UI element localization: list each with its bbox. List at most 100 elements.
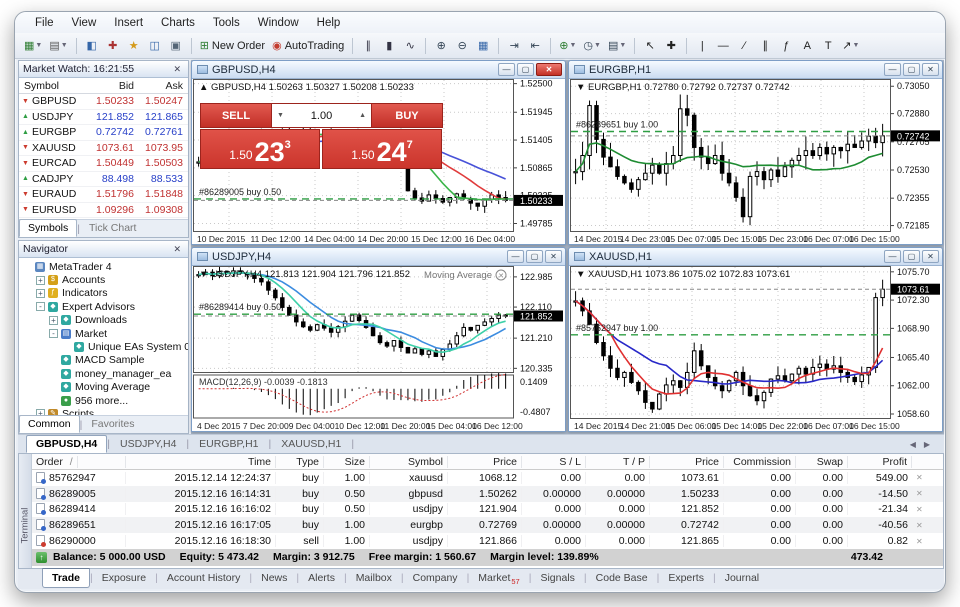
col-order[interactable]: Order / (32, 456, 126, 468)
zoom-in-button[interactable]: ⊕ (431, 36, 451, 56)
fibonacci-button[interactable]: ƒ (776, 36, 796, 56)
market-watch-row[interactable]: ▲CADJPY88.49888.533 (19, 172, 188, 188)
tab-experts[interactable]: Experts (659, 569, 713, 587)
decrease-icon[interactable]: ▼ (272, 112, 289, 119)
navigator-item-money-manager-ea[interactable]: ◆money_manager_ea (21, 367, 188, 380)
collapse-icon[interactable]: - (36, 302, 45, 311)
tab-symbols[interactable]: Symbols (19, 219, 77, 237)
navigator-item-macd-sample[interactable]: ◆MACD Sample (21, 354, 188, 367)
scroll-left-icon[interactable]: ◀ (910, 440, 916, 449)
trade-row[interactable]: 862890052015.12.16 16:14:31buy0.50gbpusd… (32, 486, 943, 502)
expand-icon[interactable]: + (49, 316, 58, 325)
restore-icon[interactable]: ▢ (517, 63, 534, 76)
tab-mailbox[interactable]: Mailbox (347, 569, 401, 587)
col-price[interactable]: Price (650, 456, 724, 468)
sell-price[interactable]: 1.50233 (200, 129, 320, 169)
close-position-icon[interactable]: ✕ (912, 537, 927, 546)
menu-charts[interactable]: Charts (153, 14, 203, 32)
navigator-item-indicators[interactable]: +ƒIndicators (21, 287, 188, 300)
line-chart-button[interactable]: ∿ (400, 36, 420, 56)
market-watch-row[interactable]: ▼EURCAD1.504491.50503 (19, 156, 188, 172)
new-order-button[interactable]: ⊞New Order (197, 36, 268, 56)
chart-titlebar[interactable]: EURGBP,H1—▢✕ (569, 61, 942, 79)
collapse-icon[interactable]: - (49, 329, 58, 338)
close-position-icon[interactable]: ✕ (912, 521, 927, 530)
navigator-item-market[interactable]: -▤Market (21, 327, 188, 340)
tab-signals[interactable]: Signals (531, 569, 583, 587)
buy-price[interactable]: 1.50247 (322, 129, 442, 169)
chart-titlebar[interactable]: GBPUSD,H4—▢✕ (192, 61, 565, 79)
expand-icon[interactable]: + (36, 289, 45, 298)
col-type[interactable]: Type (276, 456, 324, 468)
chart-titlebar[interactable]: USDJPY,H4—▢✕ (192, 248, 565, 266)
minimize-icon[interactable]: — (884, 250, 901, 263)
minimize-icon[interactable]: — (884, 63, 901, 76)
volume-stepper[interactable]: ▼1.00▲ (272, 103, 371, 128)
tab-common[interactable]: Common (19, 415, 80, 433)
col-size[interactable]: Size (324, 456, 370, 468)
close-icon[interactable]: ✕ (545, 250, 562, 263)
minimize-icon[interactable]: — (498, 63, 515, 76)
minimize-icon[interactable]: — (507, 250, 524, 263)
col-commission[interactable]: Commission (724, 456, 796, 468)
strategy-tester-toggle[interactable]: ▣ (166, 36, 186, 56)
chart-tab-xauusd-h1[interactable]: XAUUSD,H1 (271, 435, 351, 453)
trade-row[interactable]: 857629472015.12.14 12:24:37buy1.00xauusd… (32, 470, 943, 486)
auto-scroll-button[interactable]: ⇥ (504, 36, 524, 56)
tab-journal[interactable]: Journal (716, 569, 768, 587)
close-icon[interactable]: ✕ (170, 64, 184, 75)
tile-windows-button[interactable]: ▦ (473, 36, 493, 56)
tab-news[interactable]: News (252, 569, 296, 587)
navigator-item-expert-advisors[interactable]: -◆Expert Advisors (21, 300, 188, 313)
tab-market[interactable]: Market57 (469, 569, 528, 589)
close-icon[interactable]: ✕ (170, 244, 184, 255)
navigator-item-moving-average[interactable]: ◆Moving Average (21, 381, 188, 394)
indicators-button[interactable]: ⊕▼ (556, 36, 579, 56)
chart-plot-gbpusd[interactable]: 1.525001.519451.514051.508651.503251.497… (193, 79, 564, 244)
market-watch-row[interactable]: ▼EURAUD1.517961.51848 (19, 187, 188, 203)
navigator-item-unique-eas-system-05[interactable]: ◆Unique EAs System 05 (21, 340, 188, 353)
col-symbol[interactable]: Symbol (370, 456, 448, 468)
channel-button[interactable]: ∥ (755, 36, 775, 56)
restore-icon[interactable]: ▢ (526, 250, 543, 263)
col-time[interactable]: Time (126, 456, 276, 468)
tab-alerts[interactable]: Alerts (299, 569, 344, 587)
tab-exposure[interactable]: Exposure (93, 569, 155, 587)
col-bid[interactable]: Bid (89, 80, 138, 92)
vertical-line-button[interactable]: | (692, 36, 712, 56)
templates-button[interactable]: ▤▼ (605, 36, 629, 56)
market-watch-row[interactable]: ▲USDJPY121.852121.865 (19, 110, 188, 126)
volume-value[interactable]: 1.00 (289, 110, 354, 122)
text-label-button[interactable]: T (818, 36, 838, 56)
cursor-button[interactable]: ↖ (640, 36, 660, 56)
close-icon[interactable]: ✕ (922, 63, 939, 76)
trendline-button[interactable]: ∕ (734, 36, 754, 56)
close-position-icon[interactable]: ✕ (912, 489, 927, 498)
scroll-right-icon[interactable]: ▶ (924, 440, 930, 449)
horizontal-line-button[interactable]: — (713, 36, 733, 56)
candlestick-button[interactable]: ▮ (379, 36, 399, 56)
col-profit[interactable]: Profit (848, 456, 912, 468)
buy-button[interactable]: BUY (371, 103, 443, 128)
chart-plot-xauusd[interactable]: 1075.701072.301068.901065.401062.001058.… (570, 266, 941, 431)
close-icon[interactable]: ✕ (922, 250, 939, 263)
tab-trade[interactable]: Trade (42, 568, 90, 588)
tab-code-base[interactable]: Code Base (587, 569, 657, 587)
menu-file[interactable]: File (27, 14, 62, 32)
col-tp[interactable]: T / P (586, 456, 650, 468)
navigator-item-metatrader-4[interactable]: ▦MetaTrader 4 (21, 260, 188, 273)
trade-row[interactable]: 862894142015.12.16 16:16:02buy0.50usdjpy… (32, 502, 943, 518)
trade-row[interactable]: 862900002015.12.16 16:18:30sell1.00usdjp… (32, 533, 943, 549)
chart-tab-usdjpy-h4[interactable]: USDJPY,H4 (110, 435, 186, 453)
data-window-toggle[interactable]: ✚ (103, 36, 123, 56)
crosshair-button[interactable]: ✚ (661, 36, 681, 56)
menu-help[interactable]: Help (309, 14, 349, 32)
col-sl[interactable]: S / L (522, 456, 586, 468)
periods-button[interactable]: ◷▼ (580, 36, 604, 56)
col-swap[interactable]: Swap (796, 456, 848, 468)
navigator-item-downloads[interactable]: +◆Downloads (21, 314, 188, 327)
market-watch-toggle[interactable]: ◧ (82, 36, 102, 56)
new-chart-button[interactable]: ▦▼ (21, 36, 45, 56)
close-icon[interactable]: ✕ (536, 63, 562, 76)
menu-view[interactable]: View (64, 14, 105, 32)
